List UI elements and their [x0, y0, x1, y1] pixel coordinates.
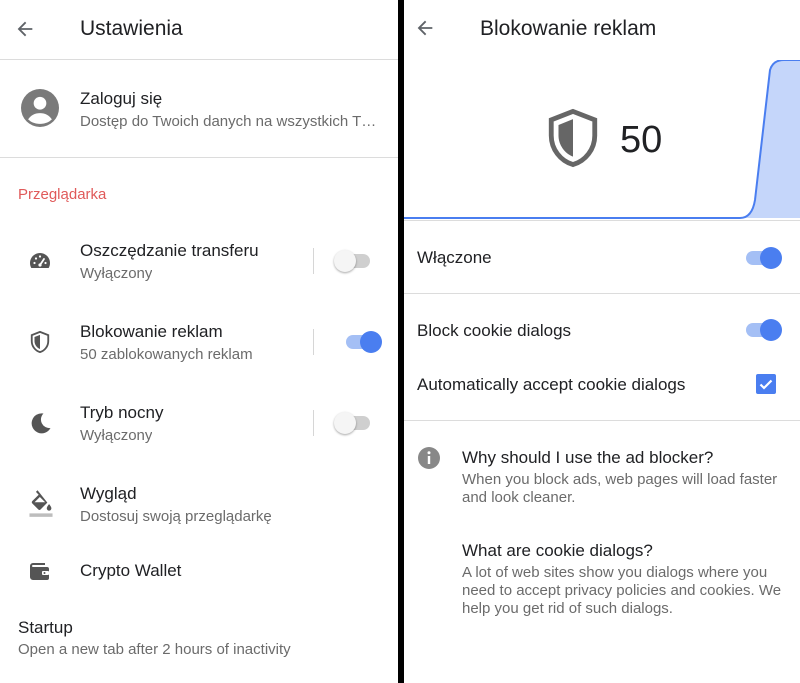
- setting-enabled-row[interactable]: Włączone: [404, 221, 800, 293]
- settings-item-subtitle: Dostosuj swoją przeglądarkę: [80, 508, 272, 525]
- page-title: Blokowanie reklam: [480, 17, 657, 40]
- sign-in-title: Zaloguj się: [80, 89, 163, 108]
- startup-subtitle: Open a new tab after 2 hours of inactivi…: [18, 641, 291, 658]
- setting-label: Block cookie dialogs: [417, 321, 572, 340]
- settings-item-ad-blocking[interactable]: Blokowanie reklam 50 zablokowanych rekla…: [0, 311, 398, 373]
- blocked-ads-chart: [404, 60, 800, 220]
- ad-blocking-panel: Blokowanie reklam 50 Włączone Block cook…: [404, 0, 800, 683]
- vertical-separator: [313, 248, 314, 274]
- auto-accept-checkbox[interactable]: [756, 374, 776, 394]
- settings-item-appearance[interactable]: Wygląd Dostosuj swoją przeglądarkę: [0, 473, 398, 535]
- wallet-icon: [30, 563, 49, 580]
- blocked-ads-summary: 50: [404, 60, 800, 220]
- check-icon: [759, 379, 773, 390]
- divider: [0, 157, 398, 158]
- blocked-count: 50: [620, 119, 663, 161]
- account-circle-icon: [21, 89, 59, 127]
- shield-icon: [548, 108, 598, 168]
- enabled-toggle[interactable]: [742, 246, 782, 270]
- back-arrow-icon[interactable]: [414, 17, 436, 39]
- setting-label: Automatically accept cookie dialogs: [417, 375, 686, 394]
- settings-item-subtitle: 50 zablokowanych reklam: [80, 346, 253, 363]
- sign-in-row[interactable]: Zaloguj się Dostęp do Twoich danych na w…: [0, 60, 398, 156]
- settings-item-title: Blokowanie reklam: [80, 322, 223, 341]
- settings-item-subtitle: Wyłączony: [80, 265, 153, 282]
- divider: [404, 293, 800, 294]
- data-saver-toggle[interactable]: [334, 249, 374, 273]
- sign-in-subtitle: Dostęp do Twoich danych na wszystkich T…: [80, 113, 377, 130]
- info-title-cookie-dialogs: What are cookie dialogs?: [462, 541, 653, 560]
- startup-title: Startup: [18, 618, 73, 637]
- setting-block-cookie-dialogs-row[interactable]: Block cookie dialogs: [404, 306, 800, 356]
- settings-item-title: Tryb nocny: [80, 403, 164, 422]
- block-cookie-dialogs-toggle[interactable]: [742, 318, 782, 342]
- info-title-ad-blocker: Why should I use the ad blocker?: [462, 448, 714, 467]
- settings-item-data-saver[interactable]: Oszczędzanie transferu Wyłączony: [0, 230, 398, 292]
- night-mode-toggle[interactable]: [334, 411, 374, 435]
- settings-item-night-mode[interactable]: Tryb nocny Wyłączony: [0, 392, 398, 454]
- paint-bucket-icon: [29, 490, 53, 517]
- section-header-browser: Przeglądarka: [18, 186, 107, 203]
- info-text-cookie-dialogs: A lot of web sites show you dialogs wher…: [462, 564, 782, 617]
- shield-icon: [30, 330, 50, 354]
- back-arrow-icon[interactable]: [14, 18, 36, 40]
- settings-item-title: Wygląd: [80, 484, 137, 503]
- vertical-separator: [313, 410, 314, 436]
- ad-blocking-toggle[interactable]: [342, 330, 382, 354]
- info-icon: [418, 447, 440, 469]
- settings-item-crypto-wallet[interactable]: Crypto Wallet: [0, 550, 398, 592]
- settings-item-subtitle: Wyłączony: [80, 427, 153, 444]
- vertical-separator: [313, 329, 314, 355]
- divider: [404, 420, 800, 421]
- settings-item-title: Oszczędzanie transferu: [80, 241, 259, 260]
- moon-icon: [31, 413, 51, 434]
- setting-label: Włączone: [417, 248, 492, 267]
- speedometer-icon: [30, 253, 50, 268]
- info-text-ad-blocker: When you block ads, web pages will load …: [462, 471, 778, 506]
- settings-item-title: Crypto Wallet: [80, 561, 182, 580]
- settings-panel: Ustawienia Zaloguj się Dostęp do Twoich …: [0, 0, 398, 683]
- setting-auto-accept-cookie-row[interactable]: Automatically accept cookie dialogs: [404, 358, 800, 408]
- settings-item-startup[interactable]: Startup Open a new tab after 2 hours of …: [0, 608, 398, 668]
- page-title: Ustawienia: [80, 17, 183, 40]
